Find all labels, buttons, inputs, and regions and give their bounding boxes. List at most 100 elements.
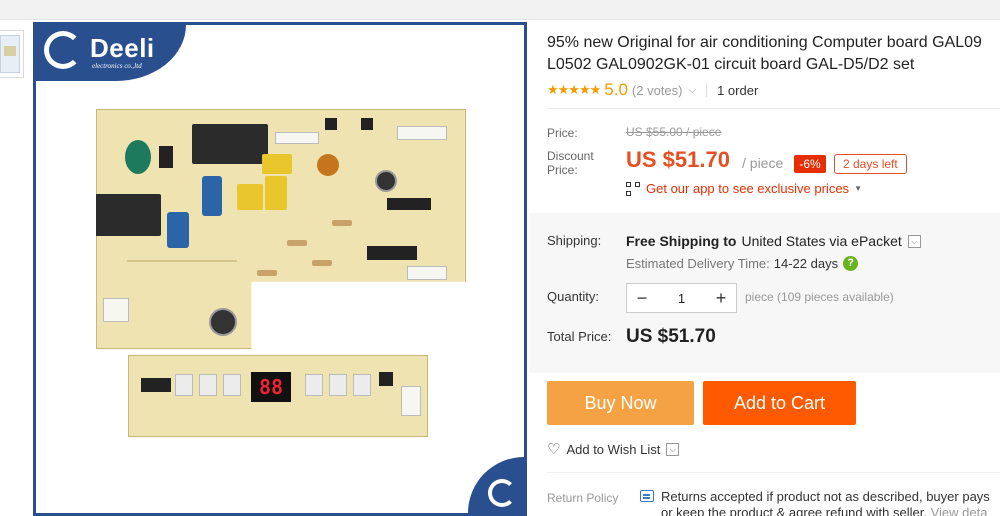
green-capacitor xyxy=(125,140,151,174)
connector-left xyxy=(103,298,129,322)
divider xyxy=(547,472,1000,473)
brand-logo-icon xyxy=(44,31,82,69)
availability-text: piece (109 pieces available) xyxy=(745,290,894,304)
delivery-estimate: Estimated Delivery Time: 14-22 days ? xyxy=(626,256,859,271)
price-unit: / piece xyxy=(742,155,784,171)
seven-segment-display: 88 xyxy=(251,372,291,402)
display-ic xyxy=(141,378,171,392)
connector-top-2 xyxy=(397,126,447,140)
product-title: 95% new Original for air conditioning Co… xyxy=(547,32,1000,76)
blue-capacitor-2 xyxy=(202,176,222,216)
price-label: Price: xyxy=(547,126,578,140)
return-policy-text: Returns accepted if product not as descr… xyxy=(661,489,1000,516)
divider xyxy=(547,108,1000,109)
power-relay xyxy=(96,194,161,236)
yellow-capacitor-2 xyxy=(237,184,263,210)
chevron-down-icon[interactable]: ⌵ xyxy=(907,234,921,248)
blue-capacitor-1 xyxy=(167,212,189,248)
thumbnail-image[interactable] xyxy=(0,30,24,78)
rating-score: 5.0 xyxy=(604,80,628,99)
ic-chip-1 xyxy=(387,198,431,210)
round-capacitor-3 xyxy=(347,292,367,312)
main-circuit-board xyxy=(96,109,466,349)
connector-right xyxy=(407,266,447,280)
brand-logo-small-icon xyxy=(488,479,516,507)
sensor-port xyxy=(325,118,337,130)
shipping-info[interactable]: Free Shipping to United States via ePack… xyxy=(626,233,921,249)
add-to-cart-button[interactable]: Add to Cart xyxy=(703,381,856,425)
main-product-image[interactable]: Deeli electronics co.,ltd 88 xyxy=(33,22,527,516)
total-price: US $51.70 xyxy=(626,326,716,347)
yellow-capacitor-3 xyxy=(265,176,287,210)
increase-quantity-button[interactable]: + xyxy=(706,284,736,312)
order-count: 1 order xyxy=(717,82,759,98)
rating-stars-icon: ★★★★★ xyxy=(547,82,601,97)
round-capacitor-1 xyxy=(375,170,397,192)
button-pad-2 xyxy=(199,374,217,396)
rating-row: ★★★★★ 5.0 (2 votes) ⌵ 1 order xyxy=(547,80,758,100)
free-shipping-text: Free Shipping to xyxy=(626,233,737,249)
brand-corner-bottom xyxy=(468,457,524,513)
days-left-badge: 2 days left xyxy=(834,154,907,174)
brand-corner: Deeli electronics co.,ltd xyxy=(36,25,186,81)
return-policy-line1: Returns accepted if product not as descr… xyxy=(661,489,990,504)
votes-link[interactable]: (2 votes) xyxy=(632,83,683,98)
product-title-line1: 95% new Original for air conditioning Co… xyxy=(547,34,982,51)
discount-price-label: Discount Price: xyxy=(547,149,594,177)
heart-icon: ♡ xyxy=(547,441,561,458)
discount-badge: -6% xyxy=(794,155,826,173)
product-title-line2: L0502 GAL0902GK-01 circuit board GAL-D5/… xyxy=(547,56,915,73)
qr-code-icon xyxy=(626,181,640,196)
return-policy-label: Return Policy xyxy=(547,491,619,505)
app-promo-link[interactable]: Get our app to see exclusive prices ▼ xyxy=(626,181,862,196)
return-policy-line2: or keep the product & agree refund with … xyxy=(661,505,927,516)
top-bar xyxy=(0,0,1000,20)
connector-top-1 xyxy=(275,132,319,144)
original-price: US $55.00 / piece xyxy=(626,125,722,139)
main-relay xyxy=(192,124,268,164)
round-capacitor-2 xyxy=(209,308,237,336)
wish-list-text: Add to Wish List xyxy=(566,441,661,457)
button-pad-1 xyxy=(175,374,193,396)
ic-chip-2 xyxy=(367,246,417,260)
caret-down-icon: ▼ xyxy=(854,184,862,193)
yellow-capacitor xyxy=(262,154,292,174)
app-promo-text: Get our app to see exclusive prices xyxy=(646,181,850,196)
button-pad-4 xyxy=(305,374,323,396)
fuse-holder xyxy=(159,146,173,168)
sensor-port-2 xyxy=(361,118,373,130)
total-price-label: Total Price: xyxy=(547,329,612,344)
separator xyxy=(706,83,708,97)
chevron-down-icon[interactable]: ⌵ xyxy=(666,442,680,456)
button-pad-5 xyxy=(329,374,347,396)
view-details-link[interactable]: View deta xyxy=(931,505,988,516)
resistor-1 xyxy=(287,240,307,246)
board-trace xyxy=(127,260,237,262)
quantity-input[interactable]: 1 xyxy=(657,291,706,306)
ir-receiver xyxy=(379,372,393,386)
quantity-stepper: − 1 + xyxy=(626,283,737,313)
button-pad-3 xyxy=(223,374,241,396)
inductor-coil xyxy=(317,154,339,176)
discount-price: US $51.70 xyxy=(626,147,730,172)
delivery-days: 14-22 days xyxy=(773,256,839,271)
help-icon[interactable]: ? xyxy=(843,256,859,271)
resistor-3 xyxy=(332,220,352,226)
quantity-label: Quantity: xyxy=(547,289,600,304)
resistor-2 xyxy=(312,260,332,266)
brand-name: Deeli xyxy=(90,33,155,63)
shipping-label: Shipping: xyxy=(547,233,602,248)
resistor-4 xyxy=(257,270,277,276)
delivery-label: Estimated Delivery Time: xyxy=(626,256,770,271)
return-policy-icon xyxy=(640,490,654,502)
display-connector xyxy=(401,386,421,416)
brand-subtitle: electronics co.,ltd xyxy=(92,62,142,70)
display-circuit-board: 88 xyxy=(128,355,428,437)
buy-now-button[interactable]: Buy Now xyxy=(547,381,694,425)
thumbnail-preview xyxy=(0,35,20,73)
chevron-down-icon[interactable]: ⌵ xyxy=(689,85,697,96)
shipping-destination: United States via ePacket xyxy=(741,233,902,249)
button-pad-6 xyxy=(353,374,371,396)
wish-list-link[interactable]: ♡ Add to Wish List ⌵ xyxy=(547,440,680,458)
decrease-quantity-button[interactable]: − xyxy=(627,284,657,312)
